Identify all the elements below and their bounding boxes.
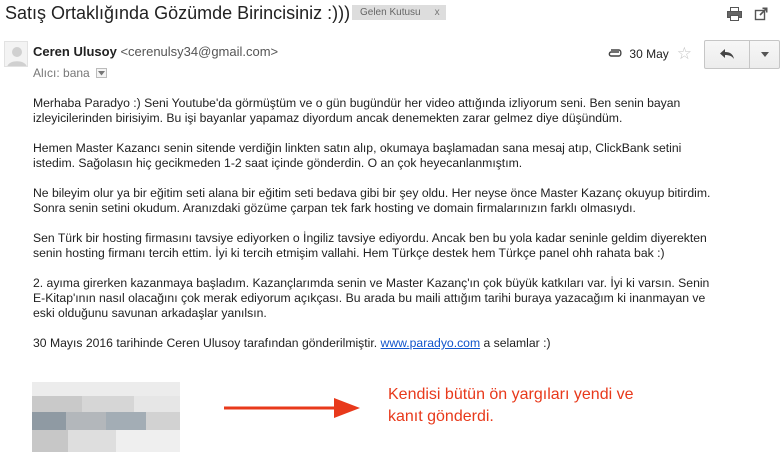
chevron-down-icon xyxy=(760,51,769,57)
body-paragraph-5: 2. ayıma girerken kazanmaya başladım. Ka… xyxy=(33,276,710,320)
subject-row: Satış Ortaklığında Gözümde Birincisiniz … xyxy=(0,0,780,30)
sender-name[interactable]: Ceren Ulusoy xyxy=(33,44,117,59)
message-header: Ceren Ulusoy <cerenulsy34@gmail.com> Alı… xyxy=(0,35,780,85)
blurred-signature-image xyxy=(32,382,180,452)
reply-button[interactable] xyxy=(705,41,749,68)
reply-button-group xyxy=(704,39,780,69)
paradyo-link[interactable]: www.paradyo.com xyxy=(381,336,481,350)
message-meta: 30 May ☆ xyxy=(605,39,780,69)
reply-icon xyxy=(720,49,734,59)
label-chip-inbox[interactable]: Gelen Kutusu x xyxy=(352,5,446,20)
recipient-line: Alıcı: bana xyxy=(33,66,107,80)
star-icon[interactable]: ☆ xyxy=(677,44,692,64)
recipient-label: Alıcı: xyxy=(33,66,60,80)
recipient-value: bana xyxy=(63,66,90,80)
body-paragraph-3: Ne bileyim olur ya bir eğitim seti alana… xyxy=(33,186,711,215)
email-subject: Satış Ortaklığında Gözümde Birincisiniz … xyxy=(5,3,351,23)
body-paragraph-2: Hemen Master Kazancı senin sitende verdi… xyxy=(33,141,682,170)
sender-email: <cerenulsy34@gmail.com> xyxy=(120,44,279,59)
message-body: Merhaba Paradyo :) Seni Youtube'da görmü… xyxy=(33,96,763,366)
chevron-down-icon xyxy=(97,70,105,75)
print-icon[interactable] xyxy=(725,6,743,22)
annotation-text: Kendisi bütün ön yargıları yendi ve kanı… xyxy=(388,386,634,425)
avatar xyxy=(4,41,28,67)
body-paragraph-4: Sen Türk bir hosting firmasını tavsiye e… xyxy=(33,231,707,260)
remove-label-button[interactable]: x xyxy=(435,7,440,18)
paperclip-icon xyxy=(609,49,622,57)
sender: Ceren Ulusoy <cerenulsy34@gmail.com> xyxy=(33,44,278,59)
message-date: 30 May xyxy=(629,47,669,61)
arrow-icon xyxy=(224,398,360,418)
label-chip-text: Gelen Kutusu xyxy=(360,7,421,18)
more-actions-button[interactable] xyxy=(749,40,779,68)
new-window-icon[interactable] xyxy=(752,6,770,22)
body-paragraph-6: 30 Mayıs 2016 tarihinde Ceren Ulusoy tar… xyxy=(33,336,551,350)
show-details-button[interactable] xyxy=(95,68,107,78)
body-paragraph-1: Merhaba Paradyo :) Seni Youtube'da görmü… xyxy=(33,96,681,125)
